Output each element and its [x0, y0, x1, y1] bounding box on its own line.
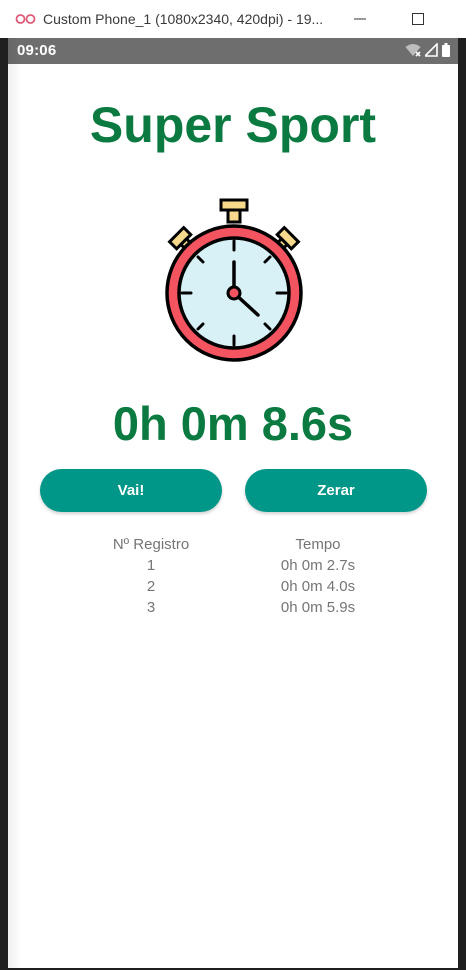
- stopwatch-icon: [165, 198, 303, 362]
- app-title: Super Sport: [89, 97, 377, 153]
- status-bar: 09:06: [8, 38, 458, 64]
- table-row: 2 0h 0m 4.0s: [8, 578, 458, 599]
- emulator-window: Custom Phone_1 (1080x2340, 420dpi) - 19.…: [0, 0, 466, 970]
- phone-screen: 09:06 Super Sport 0h 0m 8.6s Vai! Zerar …: [8, 38, 458, 968]
- table-row: 1 0h 0m 2.7s: [8, 557, 458, 578]
- window-titlebar: Custom Phone_1 (1080x2340, 420dpi) - 19.…: [0, 0, 466, 38]
- record-time: 0h 0m 2.7s: [280, 557, 356, 574]
- battery-icon: [442, 43, 450, 57]
- table-row: 3 0h 0m 5.9s: [8, 599, 458, 620]
- records-header-row: Nº Registro Tempo: [8, 536, 458, 557]
- minimize-icon: [354, 18, 366, 20]
- elapsed-time-display: 0h 0m 8.6s: [112, 397, 354, 450]
- emulator-logo-icon: [15, 14, 36, 24]
- header-time: Tempo: [295, 536, 341, 553]
- maximize-icon: [412, 13, 424, 25]
- reset-button[interactable]: Zerar: [245, 469, 427, 512]
- record-number: 3: [146, 599, 156, 616]
- record-time: 0h 0m 4.0s: [280, 578, 356, 595]
- record-number: 1: [146, 557, 156, 574]
- window-title: Custom Phone_1 (1080x2340, 420dpi) - 19.…: [43, 11, 324, 27]
- minimize-button[interactable]: [340, 4, 380, 34]
- status-icons: [405, 43, 450, 57]
- record-time: 0h 0m 5.9s: [280, 599, 356, 616]
- maximize-button[interactable]: [398, 4, 438, 34]
- start-button[interactable]: Vai!: [40, 469, 222, 512]
- record-number: 2: [146, 578, 156, 595]
- wifi-icon: [405, 44, 421, 57]
- status-time: 09:06: [17, 42, 57, 59]
- records-table: Nº Registro Tempo 1 0h 0m 2.7s 2 0h 0m 4…: [8, 536, 458, 620]
- header-record-number: Nº Registro: [112, 536, 190, 553]
- signal-icon: [425, 43, 438, 57]
